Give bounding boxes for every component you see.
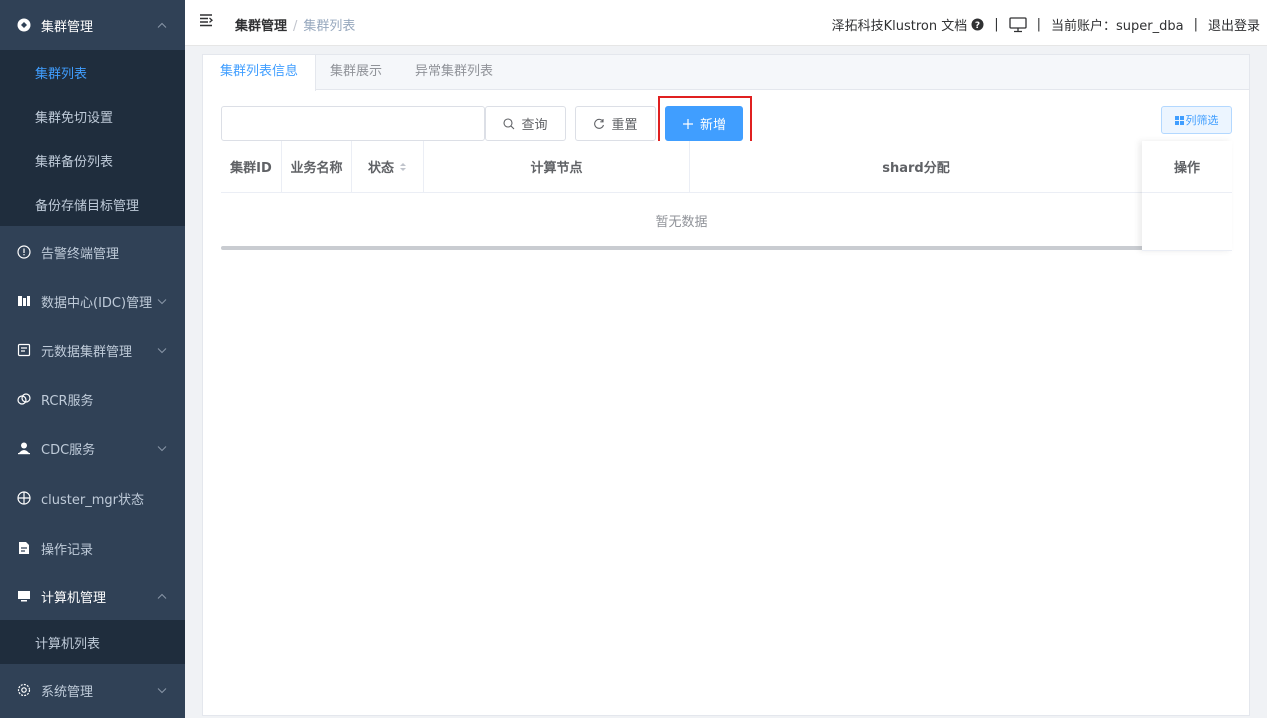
empty-text: 暂无数据 [221,193,1142,248]
datacenter-icon [17,294,31,308]
sort-icon[interactable] [399,162,407,172]
horizontal-scrollbar[interactable] [221,246,1201,250]
add-button[interactable]: 新增 [665,106,743,141]
metadata-icon [17,343,31,357]
user-icon [17,441,31,455]
sidebar-subitem-cluster-list[interactable]: 集群列表 [0,50,185,94]
header-right: 泽拓科技Klustron 文档 ? | | 当前账户：super_dba | 退… [832,15,1260,34]
sidebar-subitem-computer-list[interactable]: 计算机列表 [0,620,185,664]
tab-cluster-display[interactable]: 集群展示 [313,55,399,90]
column-header-status[interactable]: 状态 [352,141,424,193]
crosshair-icon [17,491,31,505]
sidebar-item-label: RCR服务 [41,393,94,409]
column-filter-label: 列筛选 [1185,114,1219,127]
tab-cluster-list-info[interactable]: 集群列表信息 [203,55,317,91]
sidebar-item-rcr[interactable]: RCR服务 [0,374,185,424]
content-card: 集群列表信息 集群展示 异常集群列表 查询 重置 新增 列筛选 集群ID 业务名… [202,54,1250,716]
cluster-icon [17,18,31,32]
refresh-icon [593,118,605,130]
cluster-table: 集群ID 业务名称 状态 计算节点 shard分配 暂无数据 操作 [221,141,1232,251]
sidebar-item-label: cluster_mgr状态 [41,492,144,508]
header-separator: | [994,17,999,32]
query-button[interactable]: 查询 [485,106,566,141]
grid-icon [1174,115,1184,125]
column-header-shard-allocation: shard分配 [690,141,1142,193]
sidebar-item-cluster-management[interactable]: 集群管理 [0,0,185,50]
sidebar-item-label: 数据中心(IDC)管理 [41,295,153,311]
column-filter-button[interactable]: 列筛选 [1161,106,1232,134]
breadcrumb-separator: / [293,19,298,34]
chevron-up-icon [157,18,167,33]
breadcrumb-item[interactable]: 集群管理 [235,19,287,34]
monitor-icon [17,589,31,603]
query-label: 查询 [521,118,548,133]
sidebar-item-alert[interactable]: 告警终端管理 [0,228,185,276]
docs-link[interactable]: 泽拓科技Klustron 文档 [832,15,968,34]
sidebar-item-idc[interactable]: 数据中心(IDC)管理 [0,276,185,326]
sidebar-item-label: 操作记录 [41,542,94,558]
column-header-operation: 操作 [1142,141,1232,193]
chevron-down-icon [157,294,167,309]
sidebar-item-system-management[interactable]: 系统管理 [0,664,185,716]
column-header-compute-nodes: 计算节点 [424,141,690,193]
fixed-operation-column: 操作 [1142,141,1232,251]
sidebar-subitem-backup-storage[interactable]: 备份存储目标管理 [0,182,185,226]
status-header-label: 状态 [367,161,394,176]
sidebar-item-label: 元数据集群管理 [41,344,133,360]
sidebar-item-metadata[interactable]: 元数据集群管理 [0,326,185,374]
sidebar-item-cdc[interactable]: CDC服务 [0,424,185,472]
help-icon[interactable]: ? [971,18,984,31]
search-input[interactable] [221,106,485,141]
header-separator: | [1193,17,1198,32]
account-label: 当前账户：super_dba [1051,19,1184,34]
search-icon [503,117,515,130]
sidebar-item-label: 计算机管理 [41,590,107,606]
record-icon [17,541,31,555]
add-label: 新增 [699,118,726,133]
column-header-business-name: 业务名称 [282,141,352,193]
logout-link[interactable]: 退出登录 [1208,15,1260,34]
breadcrumb: 集群管理 / 集群列表 [235,15,355,34]
sidebar-item-cluster-mgr[interactable]: cluster_mgr状态 [0,472,185,524]
hamburger-icon[interactable] [199,13,213,31]
chevron-down-icon [157,441,167,456]
sidebar-item-computer-management[interactable]: 计算机管理 [0,572,185,620]
column-header-cluster-id: 集群ID [221,141,282,193]
header-separator: | [1036,17,1042,32]
sidebar-subitem-cluster-switch[interactable]: 集群免切设置 [0,94,185,138]
sidebar-item-operation-log[interactable]: 操作记录 [0,524,185,572]
reset-button[interactable]: 重置 [575,106,656,141]
chevron-up-icon [157,589,167,604]
tab-bar: 集群列表信息 集群展示 异常集群列表 [203,55,1249,91]
sidebar-item-label: 集群管理 [41,19,94,35]
svg-text:?: ? [975,21,980,31]
plus-icon [682,118,694,130]
sidebar-item-label: 告警终端管理 [41,246,120,262]
reset-label: 重置 [611,118,638,133]
rcr-icon [17,392,31,406]
breadcrumb-item-current: 集群列表 [303,19,356,34]
sidebar-item-label: CDC服务 [41,442,96,458]
settings-icon [17,683,31,697]
chevron-down-icon [157,683,167,698]
sidebar-subitem-cluster-backup[interactable]: 集群备份列表 [0,138,185,182]
tab-abnormal-cluster-list[interactable]: 异常集群列表 [398,55,510,90]
fullscreen-monitor-icon[interactable] [1008,16,1027,33]
sidebar: 集群管理 集群列表 集群免切设置 集群备份列表 备份存储目标管理 告警终端管理 … [0,0,185,718]
chevron-down-icon [157,343,167,358]
sidebar-item-label: 系统管理 [41,684,94,700]
alert-circle-icon [17,245,31,259]
top-header: 集群管理 / 集群列表 泽拓科技Klustron 文档 ? | | 当前账户：sup… [185,0,1267,46]
